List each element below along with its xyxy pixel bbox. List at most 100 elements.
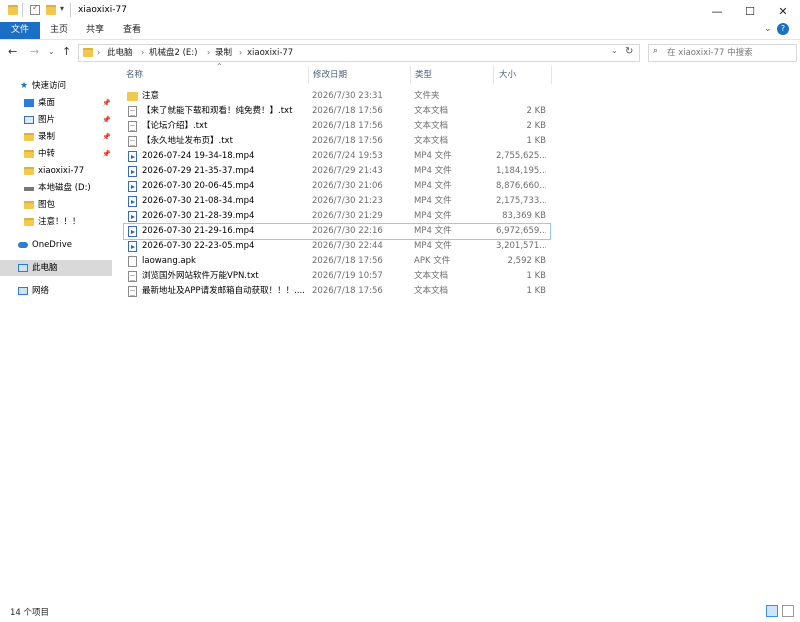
folder-icon: [24, 167, 34, 175]
file-type: MP4 文件: [414, 166, 452, 176]
breadcrumb-drive[interactable]: 机械盘2 (E:): [149, 45, 197, 61]
file-row[interactable]: 浏览国外网站软件万能VPN.txt 2026/7/19 10:57 文本文档 1 KB: [124, 269, 550, 284]
nav-image-pack[interactable]: 图包: [0, 197, 112, 213]
file-size: 2,175,733...: [496, 196, 546, 206]
divider: [70, 3, 71, 17]
file-modified-date: 2026/7/18 17:56: [312, 136, 383, 146]
column-header-date[interactable]: 修改日期: [313, 69, 347, 82]
file-row[interactable]: 2026-07-30 21-08-34.mp4 2026/7/30 21:23 MP…: [124, 194, 550, 209]
video-file-icon: [128, 241, 137, 252]
tab-share[interactable]: 共享: [80, 22, 110, 39]
file-modified-date: 2026/7/29 21:43: [312, 166, 383, 176]
customize-dropdown-icon[interactable]: ▾: [60, 4, 64, 13]
maximize-button[interactable]: ☐: [733, 0, 767, 22]
pin-icon: 📌: [102, 133, 111, 141]
breadcrumb-current[interactable]: xiaoxixi-77: [247, 45, 293, 61]
title-bar: ✓ ▾ xiaoxixi-77 — ☐ ✕: [0, 0, 800, 22]
file-row[interactable]: 2026-07-30 21-29-16.mp4 2026/7/30 22:16 MP…: [123, 223, 551, 240]
nav-label: 中转: [38, 149, 56, 159]
column-header-type[interactable]: 类型: [415, 69, 432, 82]
file-row[interactable]: 2026-07-29 21-35-37.mp4 2026/7/29 21:43 MP…: [124, 164, 550, 179]
nav-xiaoxixi[interactable]: xiaoxixi-77: [0, 163, 112, 179]
nav-onedrive[interactable]: OneDrive: [0, 237, 112, 253]
nav-network[interactable]: 网络: [0, 283, 112, 299]
nav-desktop[interactable]: 桌面 📌: [0, 95, 112, 111]
large-icons-view-button[interactable]: [782, 605, 794, 617]
minimize-button[interactable]: —: [700, 0, 734, 22]
nav-label: 网络: [32, 286, 50, 296]
nav-label: 快速访问: [32, 81, 67, 91]
file-row[interactable]: 2026-07-30 22-23-05.mp4 2026/7/30 22:44 MP…: [124, 239, 550, 254]
file-row[interactable]: 2026-07-24 19-34-18.mp4 2026/7/24 19:53 MP…: [124, 149, 550, 164]
file-row[interactable]: 注意 2026/7/30 23:31 文件夹: [124, 89, 550, 104]
file-row[interactable]: 【永久地址发布页】.txt 2026/7/18 17:56 文本文档 1 KB: [124, 134, 550, 149]
file-name: 2026-07-30 21-08-34.mp4: [142, 196, 255, 206]
tab-file[interactable]: 文件: [0, 22, 40, 39]
nav-label: OneDrive: [32, 240, 72, 250]
video-file-icon: [128, 211, 137, 222]
nav-quick-access[interactable]: ★ 快速访问: [0, 78, 112, 94]
help-icon[interactable]: ?: [777, 23, 789, 35]
column-header-size[interactable]: 大小: [499, 69, 516, 82]
recent-locations-icon[interactable]: ⌄: [48, 47, 55, 56]
nav-transfer[interactable]: 中转 📌: [0, 146, 112, 162]
up-button[interactable]: ↑: [62, 45, 71, 58]
address-dropdown-icon[interactable]: ⌄: [611, 46, 618, 55]
file-size: 2 KB: [526, 121, 546, 131]
column-divider[interactable]: [308, 66, 309, 84]
column-header-name[interactable]: 名称: [126, 69, 143, 82]
search-input[interactable]: ⌕ 在 xiaoxixi-77 中搜索: [648, 44, 797, 62]
nav-notice[interactable]: 注意！！！: [0, 214, 112, 230]
nav-this-pc[interactable]: 此电脑: [0, 260, 112, 276]
column-divider[interactable]: [493, 66, 494, 84]
chevron-down-icon[interactable]: ⌄: [764, 24, 772, 34]
nav-drive-d[interactable]: 本地磁盘 (D:): [0, 180, 112, 196]
nav-pictures[interactable]: 图片 📌: [0, 112, 112, 128]
text-file-icon: [128, 106, 137, 117]
folder-icon: [24, 218, 34, 226]
file-size: 6,972,659...: [496, 226, 546, 236]
window-title: xiaoxixi-77: [78, 5, 127, 15]
nav-label: 图包: [38, 200, 56, 210]
column-divider[interactable]: [410, 66, 411, 84]
file-row[interactable]: 2026-07-30 20-06-45.mp4 2026/7/30 21:06 MP…: [124, 179, 550, 194]
status-bar: 14 个项目: [0, 600, 800, 622]
tab-view[interactable]: 查看: [117, 22, 147, 39]
address-bar[interactable]: › 此电脑 › 机械盘2 (E:) › 录制 › xiaoxixi-77 ⌄ ↻: [78, 44, 640, 62]
file-name: 【永久地址发布页】.txt: [142, 136, 233, 146]
refresh-icon[interactable]: ↻: [625, 46, 633, 57]
details-view-button[interactable]: [766, 605, 778, 617]
file-size: 2,755,625...: [496, 151, 546, 161]
back-button[interactable]: ←: [8, 45, 17, 58]
folder-icon: [24, 150, 34, 158]
address-row: ← → ⌄ ↑ › 此电脑 › 机械盘2 (E:) › 录制 › xiaoxix…: [0, 40, 800, 64]
file-row[interactable]: 【来了就能下载和观看！纯免费！】.txt 2026/7/18 17:56 文本文档 2…: [124, 104, 550, 119]
breadcrumb-this-pc[interactable]: 此电脑: [107, 45, 133, 61]
star-icon: ★: [20, 81, 29, 91]
column-divider[interactable]: [551, 66, 552, 84]
file-row[interactable]: 【论坛介绍】.txt 2026/7/18 17:56 文本文档 2 KB: [124, 119, 550, 134]
file-row[interactable]: 2026-07-30 21-28-39.mp4 2026/7/30 21:29 MP…: [124, 209, 550, 224]
new-folder-icon[interactable]: [46, 5, 56, 15]
file-row[interactable]: laowang.apk 2026/7/18 17:56 APK 文件 2,592 KB: [124, 254, 550, 269]
close-button[interactable]: ✕: [766, 0, 800, 22]
file-modified-date: 2026/7/18 17:56: [312, 286, 383, 296]
file-size: 83,369 KB: [502, 211, 546, 221]
file-modified-date: 2026/7/30 23:31: [312, 91, 383, 101]
properties-icon[interactable]: ✓: [30, 3, 40, 15]
forward-button[interactable]: →: [30, 45, 39, 58]
tab-home[interactable]: 主页: [44, 22, 74, 39]
file-size: 2,592 KB: [507, 256, 546, 266]
nav-label: 注意！！！: [38, 217, 81, 227]
file-size: 1 KB: [526, 286, 546, 296]
nav-record[interactable]: 录制 📌: [0, 129, 112, 145]
file-type: MP4 文件: [414, 181, 452, 191]
drive-icon: [24, 187, 34, 191]
file-row[interactable]: 最新地址及APP请发邮箱自动获取！！！.... 2026/7/18 17:56 文本…: [124, 284, 550, 299]
file-type: APK 文件: [414, 256, 451, 266]
file-size: [496, 89, 546, 104]
navigation-pane: ★ 快速访问 桌面 📌 图片 📌 录制 📌 中转 📌 xiaoxixi-77 本…: [0, 66, 114, 596]
breadcrumb-folder-record[interactable]: 录制: [215, 45, 232, 61]
file-modified-date: 2026/7/30 21:23: [312, 196, 383, 206]
folder-icon: [127, 92, 138, 101]
